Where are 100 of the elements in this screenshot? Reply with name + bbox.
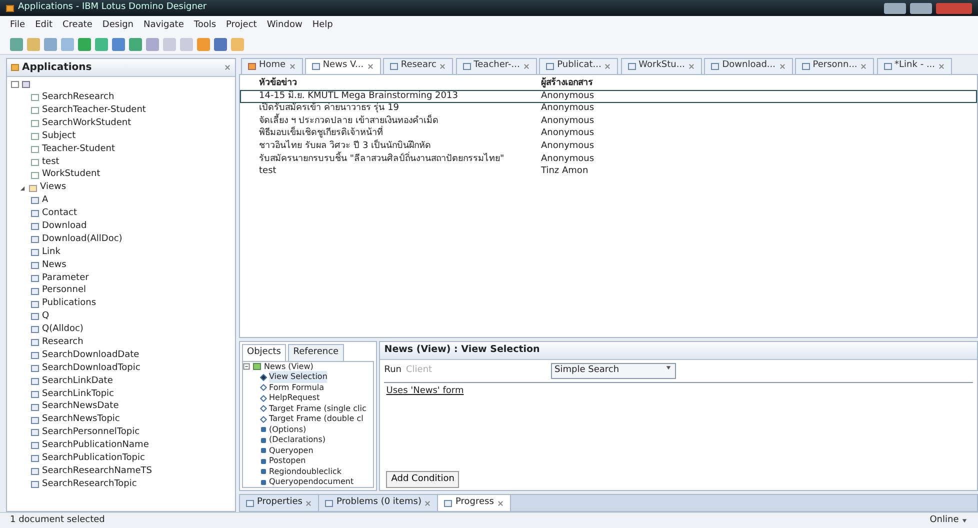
tree-item[interactable]: HelpRequest — [269, 392, 320, 404]
tree-item[interactable]: SearchPublicationName — [42, 439, 149, 453]
tree-item[interactable]: Postopen — [269, 455, 306, 468]
tree-item[interactable]: SearchResearch — [42, 91, 114, 105]
tree-item[interactable]: Publications — [42, 297, 96, 311]
close-icon[interactable] — [522, 62, 530, 70]
close-icon[interactable] — [305, 500, 312, 506]
toolbar-icon[interactable] — [214, 38, 227, 50]
menu-item[interactable]: Help — [312, 19, 333, 32]
toolbar-icon[interactable] — [78, 38, 91, 50]
tree-item[interactable]: SearchPublicationTopic — [42, 452, 145, 466]
view-icon — [546, 62, 554, 70]
tree-item[interactable]: SearchWorkStudent — [42, 116, 132, 130]
toolbar-icon[interactable] — [197, 38, 210, 50]
mode-dropdown[interactable]: Simple Search — [550, 363, 676, 378]
close-icon[interactable] — [496, 500, 504, 506]
tree-item[interactable]: Q(Alldoc) — [42, 323, 84, 337]
panel-tab[interactable]: Objects — [242, 344, 286, 360]
close-button[interactable] — [936, 2, 972, 14]
tree-item[interactable]: View Selection — [269, 371, 328, 384]
tree-item[interactable]: Target Frame (single clic — [269, 402, 366, 415]
tree-item[interactable]: SearchDownloadTopic — [42, 362, 140, 376]
tree-item[interactable]: Personnel — [42, 284, 86, 298]
toolbar-icon[interactable] — [27, 38, 40, 50]
menu-item[interactable]: Project — [226, 19, 257, 32]
tree-item[interactable]: Download(AllDoc) — [42, 232, 122, 246]
editor-tab[interactable]: Download... — [704, 58, 793, 74]
tree-item[interactable]: SearchLinkTopic — [42, 388, 114, 402]
tree-item[interactable]: News (View) — [264, 362, 314, 373]
tree-item[interactable]: SearchDownloadDate — [42, 348, 140, 362]
tree-item[interactable]: SearchResearchNameTS — [42, 464, 152, 478]
tree-item[interactable]: Contact — [42, 207, 78, 221]
tree-item[interactable]: Target Frame (double cl — [269, 413, 364, 426]
tree-item[interactable]: Parameter — [42, 272, 89, 286]
online-status-menu[interactable]: Online — [930, 514, 968, 528]
toolbar-icon[interactable] — [112, 38, 125, 50]
toolbar-icon[interactable] — [129, 38, 142, 50]
tree-item[interactable]: Q — [42, 310, 50, 324]
condition-link[interactable]: Uses 'News' form — [386, 386, 464, 396]
editor-tab[interactable]: Personn... — [794, 58, 874, 74]
tree-item[interactable]: Download — [42, 220, 87, 234]
toolbar-icon[interactable] — [146, 38, 159, 50]
tree-item[interactable]: SearchTeacher-Student — [42, 104, 146, 118]
menu-item[interactable]: Create — [62, 19, 92, 32]
close-icon[interactable] — [224, 64, 231, 70]
close-icon[interactable] — [288, 62, 296, 70]
tree-item[interactable]: SearchResearchTopic — [42, 478, 137, 492]
toolbar-icon[interactable] — [10, 38, 23, 50]
tree-item[interactable]: Queryopen — [269, 444, 314, 457]
toolbar-icon[interactable] — [61, 38, 74, 50]
tree-item[interactable]: Queryopendocument — [269, 476, 354, 487]
menu-item[interactable]: Navigate — [143, 19, 184, 32]
tree-item[interactable]: SearchNewsTopic — [42, 413, 120, 427]
panel-tab[interactable]: Reference — [288, 344, 344, 360]
menu-item[interactable]: Design — [102, 19, 134, 32]
close-icon[interactable] — [938, 62, 946, 70]
menu-item[interactable]: Window — [266, 19, 302, 32]
tree-item[interactable]: SearchPersonnelTopic — [42, 426, 140, 440]
tree-item[interactable]: Form Formula — [269, 382, 324, 394]
toolbar-icon[interactable] — [44, 38, 57, 50]
close-icon[interactable] — [366, 62, 374, 70]
menu-item[interactable]: Edit — [35, 19, 52, 32]
editor-tab[interactable]: Publicat... — [539, 58, 618, 74]
tree-item[interactable]: Link — [42, 246, 60, 260]
editor-tab[interactable]: *Link - ... — [876, 58, 952, 74]
tree-item[interactable]: Subject — [42, 130, 76, 144]
close-icon[interactable] — [778, 62, 786, 70]
editor-tab[interactable]: WorkStu... — [620, 58, 702, 74]
menu-item[interactable]: Tools — [194, 19, 216, 32]
collapse-icon[interactable] — [243, 363, 250, 370]
expanded-arrow-icon[interactable] — [19, 184, 26, 192]
tree-item[interactable]: Views — [40, 181, 66, 195]
tree-item[interactable]: Regiondoubleclick — [269, 466, 342, 478]
toolbar-icon[interactable] — [95, 38, 108, 50]
tree-item[interactable]: Research — [42, 336, 84, 350]
add-condition-button[interactable]: Add Condition — [386, 470, 460, 488]
tree-item[interactable]: SearchLinkDate — [42, 374, 113, 388]
close-icon[interactable] — [688, 62, 695, 70]
tree-item[interactable]: Teacher-Student — [42, 142, 116, 156]
close-icon[interactable] — [424, 500, 432, 506]
view-tab[interactable]: Progress — [438, 495, 511, 511]
close-icon[interactable] — [439, 62, 446, 70]
editor-tab[interactable]: Researc — [382, 58, 454, 74]
view-tab[interactable]: Properties — [240, 495, 320, 511]
close-icon[interactable] — [860, 62, 868, 70]
view-tab[interactable]: Problems (0 items) — [319, 495, 438, 511]
tree-item[interactable]: test — [42, 156, 60, 170]
tree-item[interactable]: News — [42, 258, 66, 272]
minimize-button[interactable] — [884, 2, 906, 14]
editor-tab[interactable]: Teacher-... — [456, 58, 537, 74]
tree-item[interactable]: (Declarations) — [269, 434, 326, 446]
editor-tab[interactable]: Home — [241, 58, 303, 74]
tree-item[interactable]: A — [42, 194, 48, 208]
close-icon[interactable] — [604, 62, 612, 70]
editor-tab[interactable]: News V... — [304, 58, 381, 74]
maximize-button[interactable] — [910, 2, 932, 14]
tree-item[interactable]: WorkStudent — [42, 168, 100, 182]
menu-item[interactable]: File — [10, 19, 26, 32]
tree-item[interactable]: SearchNewsDate — [42, 400, 119, 414]
tree-item[interactable]: (Options) — [269, 424, 306, 436]
